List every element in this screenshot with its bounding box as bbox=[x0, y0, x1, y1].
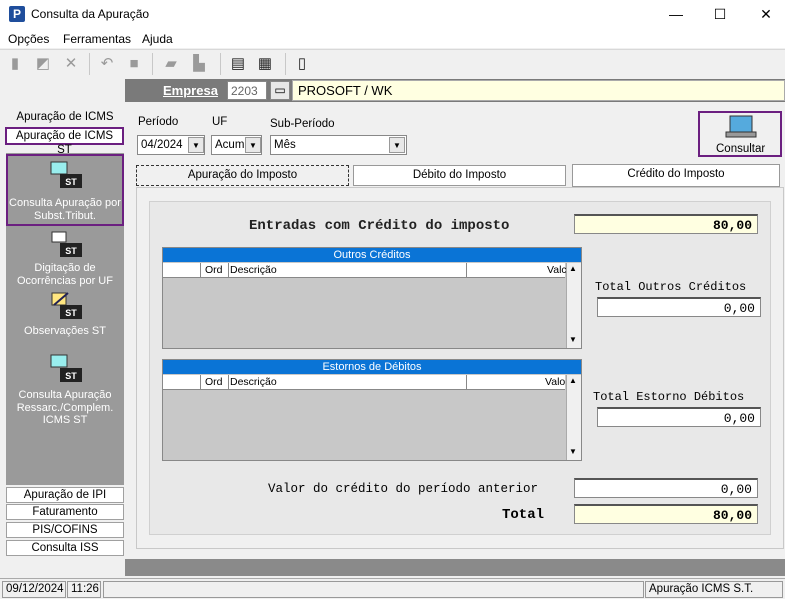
total-outros-label: Total Outros Créditos bbox=[595, 280, 747, 294]
total-outros-value: 0,00 bbox=[597, 297, 761, 317]
nav-consulta-iss[interactable]: Consulta ISS bbox=[6, 540, 124, 556]
toolbar-separator bbox=[89, 53, 90, 75]
nav-faturamento[interactable]: Faturamento bbox=[6, 504, 124, 520]
minimize-button[interactable]: — bbox=[666, 4, 686, 24]
total-estorno-label: Total Estorno Débitos bbox=[593, 390, 745, 404]
nav-apuracao-icms[interactable]: Apuração de ICMS bbox=[6, 110, 124, 126]
print-icon[interactable]: ▰ bbox=[162, 55, 180, 73]
col-divider bbox=[200, 263, 201, 278]
toolbar-separator bbox=[220, 53, 221, 75]
menu-opcoes[interactable]: Opções bbox=[8, 32, 49, 46]
stop-icon[interactable]: ■ bbox=[125, 55, 143, 73]
svg-text:ST: ST bbox=[65, 177, 77, 187]
total-estorno-value: 0,00 bbox=[597, 407, 761, 427]
folder-icon[interactable]: ▭ bbox=[270, 81, 290, 100]
exit-icon[interactable]: ▯ bbox=[293, 55, 311, 73]
status-message bbox=[103, 581, 644, 598]
subperiodo-select[interactable]: Mês bbox=[270, 135, 407, 155]
empresa-code-field[interactable]: 2203 bbox=[227, 81, 267, 100]
col-ord[interactable]: Ord bbox=[205, 264, 223, 276]
empresa-name-field: PROSOFT / WK bbox=[292, 80, 785, 101]
col-valor[interactable]: Valo bbox=[545, 376, 565, 388]
total-value: 80,00 bbox=[574, 504, 758, 524]
consultar-label: Consultar bbox=[716, 143, 766, 155]
estornos-header bbox=[163, 375, 565, 390]
app-icon: P bbox=[9, 6, 25, 22]
subperiodo-value: Mês bbox=[274, 139, 296, 151]
anterior-label: Valor do crédito do período anterior bbox=[268, 482, 539, 496]
col-descricao[interactable]: Descrição bbox=[230, 264, 277, 276]
nav-apuracao-icms-st[interactable]: Apuração de ICMS ST bbox=[5, 127, 124, 156]
menu-ferramentas[interactable]: Ferramentas bbox=[63, 32, 131, 46]
scroll-up-icon[interactable]: ▲ bbox=[569, 264, 577, 273]
col-descricao[interactable]: Descrição bbox=[230, 376, 277, 388]
scroll-down-icon[interactable]: ▼ bbox=[569, 447, 577, 456]
nav-consulta-label: Consulta Apuração por Subst.Tribut. bbox=[9, 197, 121, 222]
report-icon[interactable]: ▤ bbox=[229, 55, 247, 73]
undo-icon[interactable]: ↶ bbox=[98, 55, 116, 73]
st-observacoes-icon: ST bbox=[51, 292, 82, 319]
tab-credito[interactable]: Crédito do Imposto bbox=[572, 164, 780, 187]
empresa-label: Empresa bbox=[163, 83, 218, 98]
outros-creditos-title: Outros Créditos bbox=[163, 248, 581, 262]
svg-text:ST: ST bbox=[65, 308, 77, 318]
chevron-down-icon[interactable]: ▼ bbox=[245, 137, 261, 153]
col-divider bbox=[466, 263, 467, 278]
toolbar-separator bbox=[285, 53, 286, 75]
nav-ressarc-label[interactable]: Consulta Apuração Ressarc./Complem. ICMS… bbox=[6, 389, 124, 427]
status-time: 11:26 bbox=[67, 581, 101, 598]
nav-apuracao-ipi[interactable]: Apuração de IPI bbox=[6, 487, 124, 503]
status-module: Apuração ICMS S.T. bbox=[645, 581, 783, 598]
window-title: Consulta da Apuração bbox=[31, 7, 150, 21]
col-divider bbox=[200, 375, 201, 390]
subperiodo-label: Sub-Período bbox=[270, 118, 335, 130]
new-doc-icon[interactable]: ▮ bbox=[6, 55, 24, 73]
svg-text:ST: ST bbox=[65, 246, 77, 256]
svg-text:ST: ST bbox=[65, 371, 77, 381]
anterior-value[interactable]: 0,00 bbox=[574, 478, 758, 498]
menu-ajuda[interactable]: Ajuda bbox=[142, 32, 173, 46]
consultar-icon bbox=[725, 115, 757, 138]
col-ord[interactable]: Ord bbox=[205, 376, 223, 388]
col-divider bbox=[228, 375, 229, 390]
tab-debito[interactable]: Débito do Imposto bbox=[353, 165, 566, 186]
scroll-up-icon[interactable]: ▲ bbox=[569, 376, 577, 385]
maximize-button[interactable]: ☐ bbox=[710, 4, 730, 24]
tab-apuracao[interactable]: Apuração do Imposto bbox=[136, 165, 349, 186]
col-divider bbox=[466, 375, 467, 390]
nav-digitacao-label[interactable]: Digitação de Ocorrências por UF bbox=[6, 262, 124, 287]
entradas-label: Entradas com Crédito do imposto bbox=[249, 218, 510, 234]
estornos-title: Estornos de Débitos bbox=[163, 360, 581, 374]
nav-observacoes-label[interactable]: Observações ST bbox=[6, 325, 124, 338]
toolbar-separator bbox=[152, 53, 153, 75]
uf-value: Acum bbox=[215, 139, 245, 151]
status-date: 09/12/2024 bbox=[2, 581, 66, 598]
calc-icon[interactable]: ▦ bbox=[256, 55, 274, 73]
delete-icon[interactable]: ✕ bbox=[62, 55, 80, 73]
printer2-icon[interactable]: ▙ bbox=[190, 55, 208, 73]
edit-icon[interactable]: ◩ bbox=[34, 55, 52, 73]
chevron-down-icon[interactable]: ▼ bbox=[188, 137, 204, 153]
scroll-down-icon[interactable]: ▼ bbox=[569, 335, 577, 344]
st-ressarc-icon: ST bbox=[50, 354, 82, 382]
periodo-value: 04/2024 bbox=[141, 139, 183, 151]
col-divider bbox=[228, 263, 229, 278]
entradas-value: 80,00 bbox=[574, 214, 758, 234]
footer-bar bbox=[125, 559, 785, 576]
st-consulta-icon: ST bbox=[50, 161, 82, 188]
total-label: Total bbox=[502, 507, 545, 523]
close-button[interactable]: ✕ bbox=[756, 4, 776, 24]
st-digitacao-icon: ST bbox=[51, 231, 82, 257]
outros-creditos-header bbox=[163, 263, 565, 278]
periodo-label: Período bbox=[138, 116, 179, 128]
nav-pis-cofins[interactable]: PIS/COFINS bbox=[6, 522, 124, 538]
chevron-down-icon[interactable]: ▼ bbox=[389, 137, 405, 153]
toolbar bbox=[0, 49, 785, 79]
uf-label: UF bbox=[212, 116, 228, 128]
col-valor[interactable]: Valc bbox=[547, 264, 567, 276]
